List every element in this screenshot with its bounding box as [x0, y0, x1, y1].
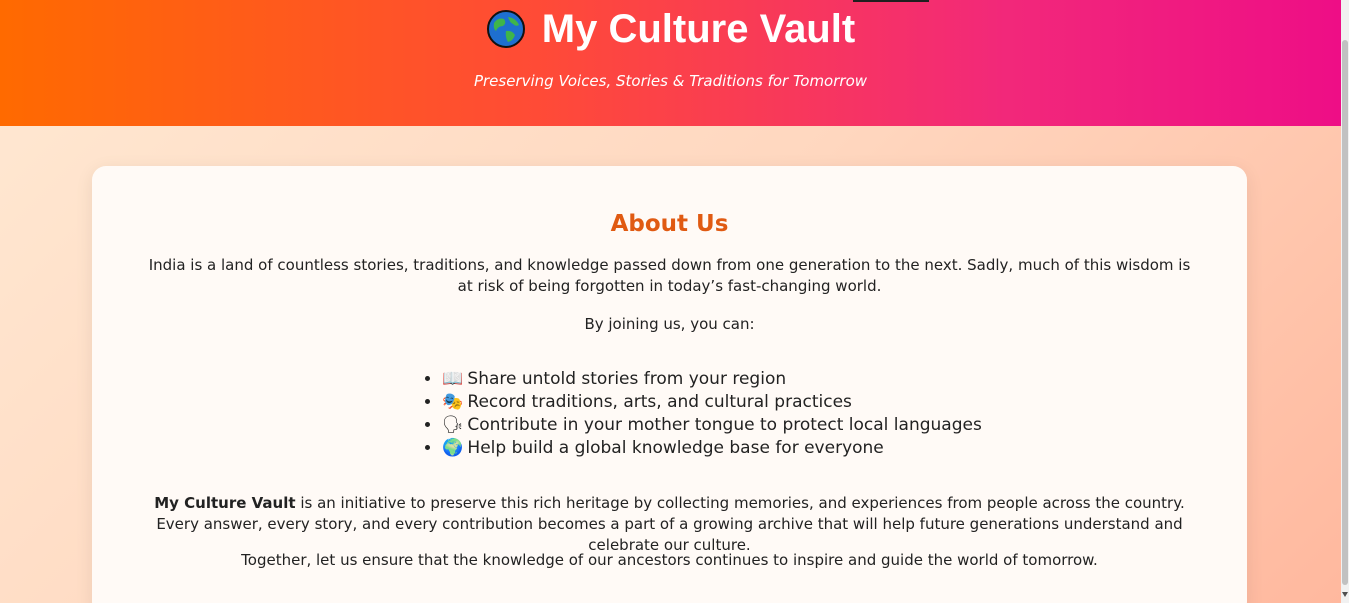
scrollbar-thumb[interactable]: [1342, 40, 1348, 585]
list-item: 🗣 Contribute in your mother tongue to pr…: [442, 414, 982, 437]
feature-text: Record traditions, arts, and cultural pr…: [467, 392, 852, 412]
initiative-text: is an initiative to preserve this rich h…: [156, 494, 1185, 554]
join-prompt: By joining us, you can:: [584, 315, 755, 333]
site-title: My Culture Vault: [0, 4, 1341, 54]
about-intro: India is a land of countless stories, tr…: [148, 256, 1191, 295]
performing-arts-icon: 🎭: [442, 392, 464, 412]
list-item: 📖 Share untold stories from your region: [442, 368, 982, 391]
about-title: About Us: [610, 211, 729, 237]
list-item: 🎭 Record traditions, arts, and cultural …: [442, 391, 982, 414]
closing-paragraph: Together, let us ensure that the knowled…: [241, 551, 1098, 569]
window-top-marker: [853, 0, 929, 2]
speaking-head-icon: 🗣: [442, 415, 464, 435]
site-header: My Culture Vault Preserving Voices, Stor…: [0, 0, 1341, 126]
feature-text: Share untold stories from your region: [467, 369, 787, 389]
brand-name: My Culture Vault: [154, 494, 296, 512]
feature-text: Contribute in your mother tongue to prot…: [467, 415, 982, 435]
scroll-down-arrow-icon[interactable]: [1342, 592, 1348, 597]
site-subtitle: Preserving Voices, Stories & Traditions …: [473, 72, 868, 90]
site-title-text: My Culture Vault: [541, 7, 856, 51]
feature-list: 📖 Share untold stories from your region …: [422, 368, 982, 460]
initiative-paragraph: My Culture Vault is an initiative to pre…: [142, 493, 1197, 556]
globe-icon: [486, 10, 525, 48]
globe-icon: 🌍: [442, 438, 464, 458]
list-item: 🌍 Help build a global knowledge base for…: [442, 437, 982, 460]
feature-text: Help build a global knowledge base for e…: [467, 438, 884, 458]
about-card: About Us India is a land of countless st…: [92, 166, 1247, 603]
page-scrollbar[interactable]: [1341, 0, 1349, 603]
book-icon: 📖: [442, 369, 464, 389]
